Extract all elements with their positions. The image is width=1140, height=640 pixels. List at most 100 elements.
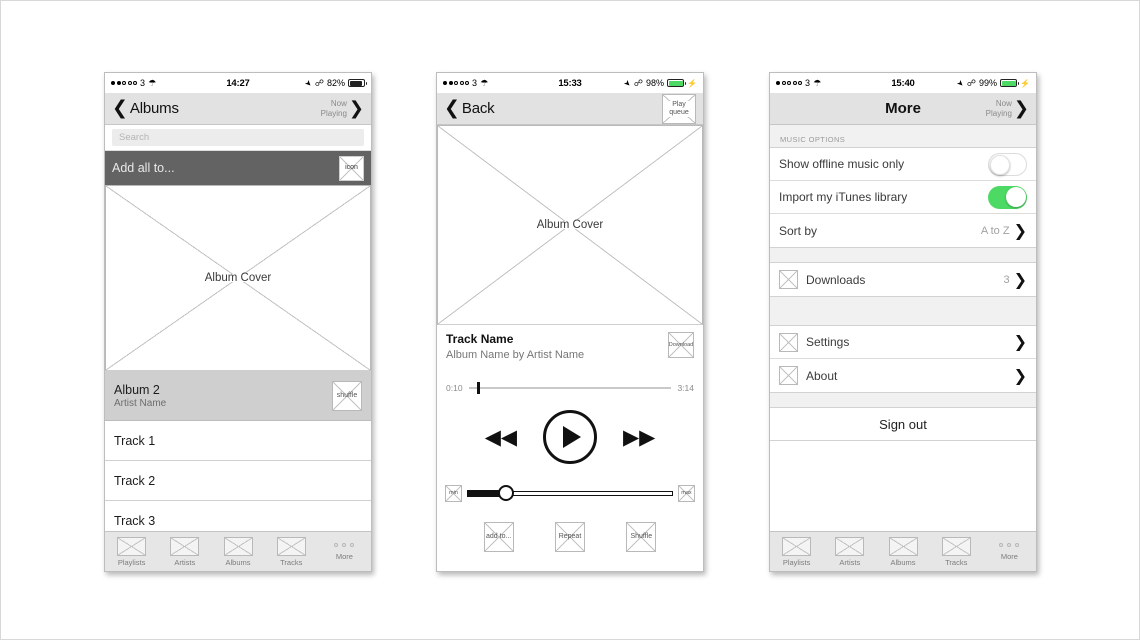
tab-label: Artists <box>839 557 861 567</box>
add-all-icon[interactable]: icon <box>339 155 364 181</box>
page-title: More <box>885 100 921 117</box>
sign-out-button[interactable]: Sign out <box>770 407 1036 441</box>
tab-label: Playlists <box>117 557 146 567</box>
bolt-icon: ⚡ <box>687 78 697 88</box>
row-downloads[interactable]: Downloads 3 ❯ <box>770 263 1036 296</box>
bolt-icon: ⚡ <box>1020 78 1030 88</box>
repeat-icon[interactable]: Repeat <box>554 522 585 552</box>
tab-playlists[interactable]: Playlists <box>105 536 158 567</box>
wifi-icon: ☂ <box>480 77 489 88</box>
tab-label: Tracks <box>280 557 303 567</box>
ellipsis-icon <box>999 542 1020 547</box>
add-all-to-button[interactable]: Add all to... icon <box>105 151 371 185</box>
track-row[interactable]: Track 3 <box>105 501 371 531</box>
status-right: ➤ ☍ 99% ⚡ <box>954 77 1030 89</box>
tab-bar: Playlists Artists Albums Tracks More <box>770 531 1036 571</box>
chevron-right-icon: ❯ <box>1013 220 1027 240</box>
tab-tracks[interactable]: Tracks <box>930 536 983 567</box>
track-row[interactable]: Track 2 <box>105 461 371 501</box>
back-button[interactable]: ❮ Albums <box>112 99 179 118</box>
tab-more[interactable]: More <box>983 542 1036 561</box>
play-queue-button[interactable]: Play queue <box>662 93 696 124</box>
status-left: 3 ☂ <box>443 78 488 88</box>
status-left: 3 ☂ <box>111 78 156 88</box>
track-row[interactable]: Track 1 <box>105 421 371 461</box>
row-right: 3 ❯ <box>1003 271 1027 288</box>
row-show-offline-music[interactable]: Show offline music only <box>770 148 1036 181</box>
volume-handle[interactable] <box>497 485 514 501</box>
carrier-label: 3 <box>805 78 811 88</box>
row-sort-by[interactable]: Sort by A to Z ❯ <box>770 214 1036 247</box>
location-arrow-icon: ➤ <box>954 77 967 89</box>
tab-label: Tracks <box>945 557 968 567</box>
tab-playlists[interactable]: Playlists <box>770 536 823 567</box>
battery-percent: 98% <box>646 78 665 88</box>
bluetooth-icon: ☍ <box>633 77 644 88</box>
phone-albums-screen: 3 ☂ 14:27 ➤ ☍ 82% ❮ Albums Now Playing ❯… <box>104 72 372 572</box>
transport-controls: ◀◀ ▶▶ <box>437 399 703 475</box>
play-button[interactable] <box>543 410 597 464</box>
navigation-bar: More Now Playing ❯ <box>770 93 1036 125</box>
tab-more[interactable]: More <box>318 542 371 561</box>
row-label: Import my iTunes library <box>779 190 908 204</box>
more-content: MUSIC OPTIONS Show offline music only Im… <box>770 125 1036 531</box>
back-button[interactable]: ❮ Back <box>444 99 495 118</box>
sort-value: A to Z <box>980 224 1010 237</box>
row-label: About <box>806 368 838 383</box>
now-playing-button[interactable]: Now Playing ❯ <box>321 99 364 118</box>
volume-min-icon[interactable]: min <box>445 484 462 502</box>
phone-player-screen: 3 ☂ 15:33 ➤ ☍ 98% ⚡ ❮ Back Play queue Al… <box>436 72 704 572</box>
row-import-itunes[interactable]: Import my iTunes library <box>770 181 1036 214</box>
track-subtitle: Album Name by Artist Name <box>446 349 585 361</box>
signal-dots-icon <box>111 81 137 85</box>
downloads-icon <box>779 270 798 289</box>
phone-more-screen: 3 ☂ 15:40 ➤ ☍ 99% ⚡ More Now Playing ❯ M… <box>769 72 1037 572</box>
tab-label: More <box>335 551 353 561</box>
shuffle-icon[interactable]: Shuffle <box>626 522 657 552</box>
progress-slider[interactable] <box>468 382 672 394</box>
track-info: Track Name Album Name by Artist Name Dow… <box>437 325 703 377</box>
navigation-bar: ❮ Back Play queue <box>437 93 703 125</box>
downloads-count: 3 <box>1003 273 1010 286</box>
tab-artists[interactable]: Artists <box>823 536 876 567</box>
offline-toggle[interactable] <box>988 152 1027 176</box>
ellipsis-icon <box>334 542 355 547</box>
volume-slider[interactable] <box>467 485 673 501</box>
album-meta: Album 2 Artist Name <box>114 383 166 409</box>
volume-max-icon[interactable]: max <box>678 484 695 502</box>
track-text: Track Name Album Name by Artist Name <box>446 332 584 361</box>
play-icon <box>563 426 581 448</box>
tab-albums[interactable]: Albums <box>211 536 264 567</box>
fast-forward-icon[interactable]: ▶▶ <box>623 426 655 448</box>
row-about[interactable]: About ❯ <box>770 359 1036 392</box>
rewind-icon[interactable]: ◀◀ <box>485 426 517 448</box>
status-bar: 3 ☂ 15:33 ➤ ☍ 98% ⚡ <box>437 73 703 93</box>
tab-albums[interactable]: Albums <box>876 536 929 567</box>
status-bar: 3 ☂ 15:40 ➤ ☍ 99% ⚡ <box>770 73 1036 93</box>
shuffle-icon[interactable]: shuffle <box>332 380 362 411</box>
tab-tracks[interactable]: Tracks <box>265 536 318 567</box>
group-gap <box>770 297 1036 325</box>
download-icon[interactable]: Download <box>668 332 694 358</box>
search-input[interactable]: Search <box>112 129 364 146</box>
carrier-label: 3 <box>472 78 478 88</box>
player-content: Album Cover Track Name Album Name by Art… <box>437 125 703 571</box>
now-playing-label: Now Playing <box>320 99 347 118</box>
battery-icon <box>348 79 367 87</box>
add-to-icon[interactable]: add to... <box>483 522 514 552</box>
chevron-left-icon: ❮ <box>112 97 128 119</box>
total-time: 3:14 <box>677 383 694 393</box>
track-name: Track Name <box>446 332 514 346</box>
signal-dots-icon <box>443 81 469 85</box>
status-right: ➤ ☍ 98% ⚡ <box>622 77 697 88</box>
section-header: MUSIC OPTIONS <box>780 135 846 144</box>
row-label: Settings <box>806 335 850 349</box>
progress-handle[interactable] <box>476 382 480 394</box>
list-filler <box>770 441 1036 531</box>
itunes-toggle[interactable] <box>988 185 1027 209</box>
row-settings[interactable]: Settings ❯ <box>770 326 1036 359</box>
page-title: Back <box>461 100 495 117</box>
tab-label: Playlists <box>782 557 811 567</box>
battery-icon <box>667 79 687 87</box>
tab-artists[interactable]: Artists <box>158 536 211 567</box>
